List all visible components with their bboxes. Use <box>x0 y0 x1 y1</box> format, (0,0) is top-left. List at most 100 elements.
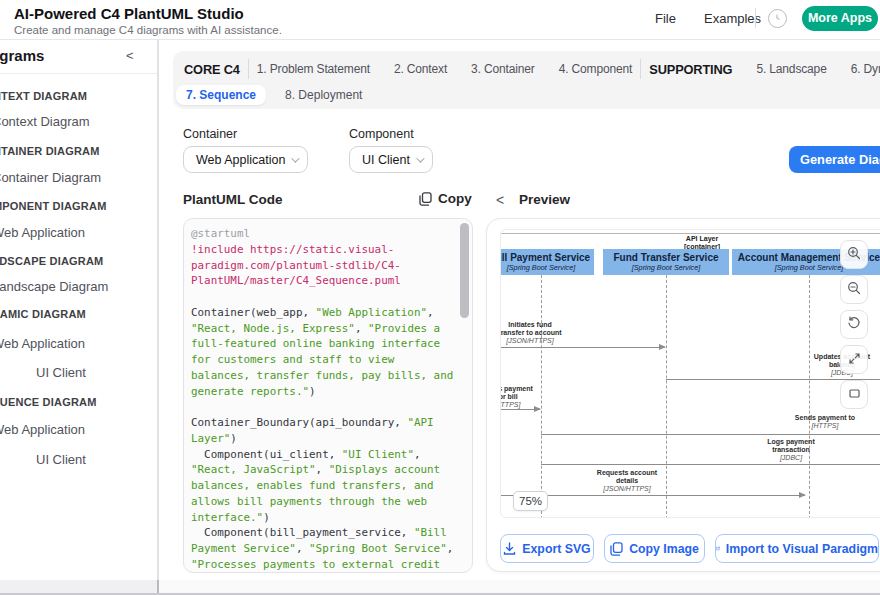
tab-7-sequence[interactable]: 7. Sequence <box>176 85 266 105</box>
tab-6-dynamic-diagram[interactable]: 6. Dynamic Diagram <box>851 62 880 76</box>
zoom-in-icon <box>847 246 861 264</box>
fit-icon <box>848 386 861 404</box>
sidebar-item[interactable]: UI Client <box>36 452 86 467</box>
code-line: Container_Boundary(api_boundary, "API <box>191 415 455 431</box>
download-icon <box>503 542 516 555</box>
code-scrollbar[interactable] <box>460 223 469 318</box>
export-svg-button[interactable]: Export SVG <box>500 534 594 563</box>
plantuml-code-block[interactable]: @startuml!include https://static.visual-… <box>183 218 473 573</box>
chevron-down-icon <box>292 154 300 162</box>
message-label: Sends payment to[HTTPS] <box>755 414 880 430</box>
preview-card: API Layer[container] Bill Payment Service… <box>486 218 880 572</box>
sidebar: Diagrams<CONTEXT DIAGRAMContext DiagramC… <box>0 40 157 581</box>
menu-examples[interactable]: Examples <box>704 11 761 26</box>
app-header: AI-Powered C4 PlantUML Studio Create and… <box>0 0 880 40</box>
container-select-value: Web Application <box>196 153 285 167</box>
code-line: Component(ui_client, "UI Client", <box>191 447 455 463</box>
sidebar-section-header: CONTAINER DIAGRAM <box>0 145 100 157</box>
code-line: @startuml <box>191 226 455 242</box>
message-line <box>500 347 665 348</box>
external-link-icon <box>716 542 720 555</box>
sidebar-item[interactable]: Container Diagram <box>0 170 101 185</box>
message-label: Requests accountdetails[JSON/HTTPS] <box>557 469 697 493</box>
tab-1-problem-statement[interactable]: 1. Problem Statement <box>257 62 370 76</box>
tab-4-component[interactable]: 4. Component <box>559 62 633 76</box>
generate-diagram-button[interactable]: Generate Diagram <box>789 146 880 173</box>
code-line: full-featured online banking interface <box>191 336 455 352</box>
component-select-value: UI Client <box>362 153 410 167</box>
main-content: CORE C41. Problem Statement2. Context3. … <box>160 40 880 581</box>
code-line: "React, JavaScript", "Displays account <box>191 462 455 478</box>
more-apps-button[interactable]: More Apps <box>802 6 878 31</box>
tab-8-deployment[interactable]: 8. Deployment <box>275 85 372 105</box>
tab-divider <box>248 59 249 79</box>
zoom-in-button[interactable] <box>840 240 868 269</box>
tab-divider <box>640 59 641 79</box>
sidebar-item[interactable]: UI Client <box>36 365 86 380</box>
sidebar-item[interactable]: Web Application <box>0 336 85 351</box>
fit-button[interactable] <box>840 380 868 409</box>
menu-file[interactable]: File <box>655 11 676 26</box>
sidebar-divider <box>157 40 159 595</box>
code-line: Component(bill_payment_service, "Bill <box>191 525 455 541</box>
chevron-down-icon <box>416 154 424 162</box>
reset-icon <box>847 316 861 334</box>
participant-box[interactable]: Bill Payment Service[Spring Boot Service… <box>500 249 594 275</box>
zoom-out-icon <box>847 281 861 299</box>
lifeline <box>809 275 810 518</box>
message-line <box>541 434 880 435</box>
message-arrowhead <box>659 344 666 350</box>
code-line: Payment Service", "Spring Boot Service", <box>191 541 455 557</box>
copy-code-button[interactable]: Copy <box>419 191 472 206</box>
container-select[interactable]: Web Application <box>183 146 308 173</box>
copy-icon <box>419 192 432 206</box>
fullscreen-button[interactable] <box>840 345 868 374</box>
preview-back-chevron[interactable]: < <box>496 192 504 208</box>
tab-5-landscape[interactable]: 5. Landscape <box>756 62 826 76</box>
code-line: allows bill payments through the web <box>191 494 455 510</box>
sidebar-item[interactable]: Context Diagram <box>0 114 90 129</box>
code-line: paradigm.com/plantuml-stdlib/C4- <box>191 258 455 274</box>
reset-button[interactable] <box>840 310 868 339</box>
zoom-level-badge: 75% <box>513 491 548 511</box>
sidebar-section-header: SEQUENCE DIAGRAM <box>0 396 97 408</box>
sidebar-collapse-icon[interactable]: < <box>126 48 134 63</box>
tab-supporting: SUPPORTING <box>649 62 732 77</box>
code-line: interface.") <box>191 510 455 526</box>
code-line: Layer") <box>191 431 455 447</box>
tab-3-container[interactable]: 3. Container <box>471 62 535 76</box>
code-line: !include https://static.visual- <box>191 242 455 258</box>
message-line <box>541 464 880 465</box>
copy-label: Copy <box>438 191 472 206</box>
sidebar-section-header: CONTEXT DIAGRAM <box>0 90 87 102</box>
code-line: balances, enables fund transfers, and <box>191 478 455 494</box>
message-label: Logs paymenttransaction[JDBC] <box>721 438 861 462</box>
fullscreen-icon <box>848 351 861 369</box>
component-select[interactable]: UI Client <box>349 146 433 173</box>
zoom-out-button[interactable] <box>840 275 868 304</box>
message-arrowhead <box>534 406 541 412</box>
code-line: balances, transfer funds, pay bills, and <box>191 368 455 384</box>
code-line: "Processes payments to external credit <box>191 557 455 573</box>
export-svg-label: Export SVG <box>522 542 590 556</box>
diagram-canvas[interactable]: API Layer[container] Bill Payment Service… <box>500 229 880 518</box>
code-line: for customers and staff to view <box>191 352 455 368</box>
tab-2-context[interactable]: 2. Context <box>394 62 447 76</box>
participant-box[interactable]: Fund Transfer Service[Spring Boot Servic… <box>603 249 729 275</box>
copy-image-button[interactable]: Copy Image <box>604 534 705 563</box>
sidebar-item[interactable]: Landscape Diagram <box>0 279 108 294</box>
code-line <box>191 289 455 305</box>
sidebar-item[interactable]: Web Application <box>0 225 85 240</box>
code-line: Container(web_app, "Web Application", <box>191 305 455 321</box>
api-layer-label: API Layer[container] <box>642 235 762 250</box>
component-label: Component <box>349 127 414 141</box>
sidebar-section-header: DYNAMIC DIAGRAM <box>0 308 86 320</box>
import-visual-paradigm-button[interactable]: Import to Visual Paradigm <box>715 534 879 563</box>
app-title: AI-Powered C4 PlantUML Studio <box>14 5 244 22</box>
sidebar-item[interactable]: Web Application <box>0 422 85 437</box>
sidebar-section-header: COMPONENT DIAGRAM <box>0 200 107 212</box>
header-divider <box>755 8 756 28</box>
footer-strip <box>0 580 880 595</box>
message-arrowhead <box>799 492 806 498</box>
history-icon[interactable] <box>768 9 787 28</box>
